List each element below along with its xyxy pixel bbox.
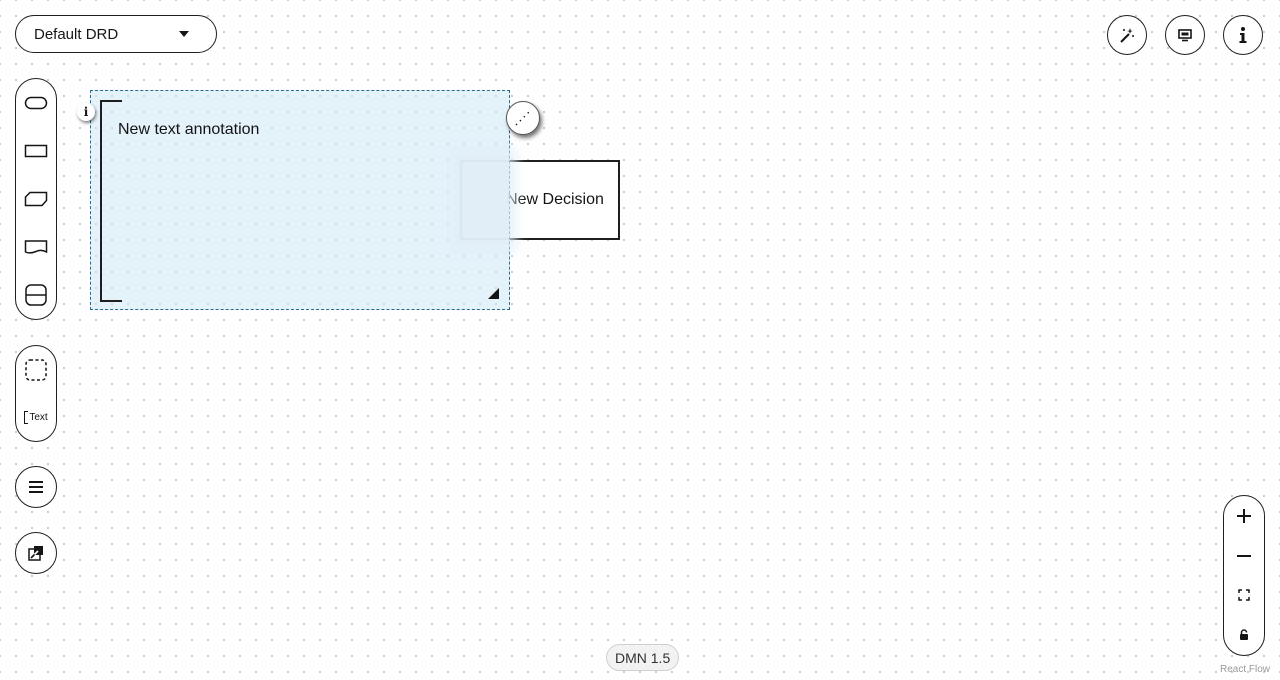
- zoom-controls: [1223, 495, 1265, 656]
- group-icon: [25, 359, 47, 381]
- properties-button[interactable]: [1223, 15, 1263, 55]
- drd-selector[interactable]: Default DRD: [15, 15, 217, 53]
- resize-handle[interactable]: [488, 288, 499, 299]
- version-badge: DMN 1.5: [606, 644, 680, 671]
- overlays-button[interactable]: [1165, 15, 1205, 55]
- node-info-button[interactable]: i: [77, 103, 95, 121]
- palette-input-data[interactable]: [16, 79, 56, 127]
- add-edge-handle[interactable]: [506, 101, 540, 135]
- zoom-in-button[interactable]: [1224, 496, 1264, 536]
- palette-knowledge-source[interactable]: [16, 223, 56, 271]
- autolayout-button[interactable]: [1107, 15, 1147, 55]
- input-data-icon: [24, 96, 48, 110]
- text-annotation-node[interactable]: New text annotation: [90, 90, 510, 310]
- palette-text-annotation[interactable]: Text: [16, 394, 56, 442]
- list-icon: [29, 481, 43, 493]
- annotation-text[interactable]: New text annotation: [118, 121, 259, 139]
- decision-service-icon: [25, 284, 47, 306]
- text-annotation-icon-label: Text: [29, 411, 48, 423]
- zoom-out-button[interactable]: [1224, 536, 1264, 576]
- artifact-palette: Text: [15, 345, 57, 442]
- palette-bkm[interactable]: [16, 175, 56, 223]
- knowledge-source-icon: [24, 240, 48, 254]
- caret-down-icon: [179, 31, 189, 37]
- external-nodes-button[interactable]: [15, 532, 57, 574]
- drd-selector-label: Default DRD: [34, 25, 119, 43]
- lock-icon: [1240, 629, 1248, 641]
- node-palette: [15, 78, 57, 320]
- association-edge-icon: [515, 110, 531, 126]
- fit-view-icon: [1238, 589, 1250, 602]
- react-flow-attribution[interactable]: React Flow: [1220, 664, 1270, 675]
- decision-icon: [24, 144, 48, 158]
- palette-decision[interactable]: [16, 127, 56, 175]
- palette-group[interactable]: [16, 346, 56, 394]
- zoom-out-icon: [1237, 554, 1251, 557]
- fit-view-button[interactable]: [1224, 576, 1264, 616]
- info-icon: [1239, 27, 1247, 43]
- external-link-icon: [28, 546, 43, 561]
- monitor-icon: [1178, 29, 1192, 42]
- zoom-in-icon: [1237, 508, 1251, 523]
- text-annotation-icon: Text: [24, 410, 48, 424]
- palette-decision-service[interactable]: [16, 271, 56, 319]
- info-small-icon: i: [83, 105, 89, 119]
- bkm-icon: [24, 191, 48, 207]
- lock-button[interactable]: [1224, 615, 1264, 655]
- magic-wand-icon: [1120, 28, 1134, 43]
- drg-nodes-button[interactable]: [15, 466, 57, 508]
